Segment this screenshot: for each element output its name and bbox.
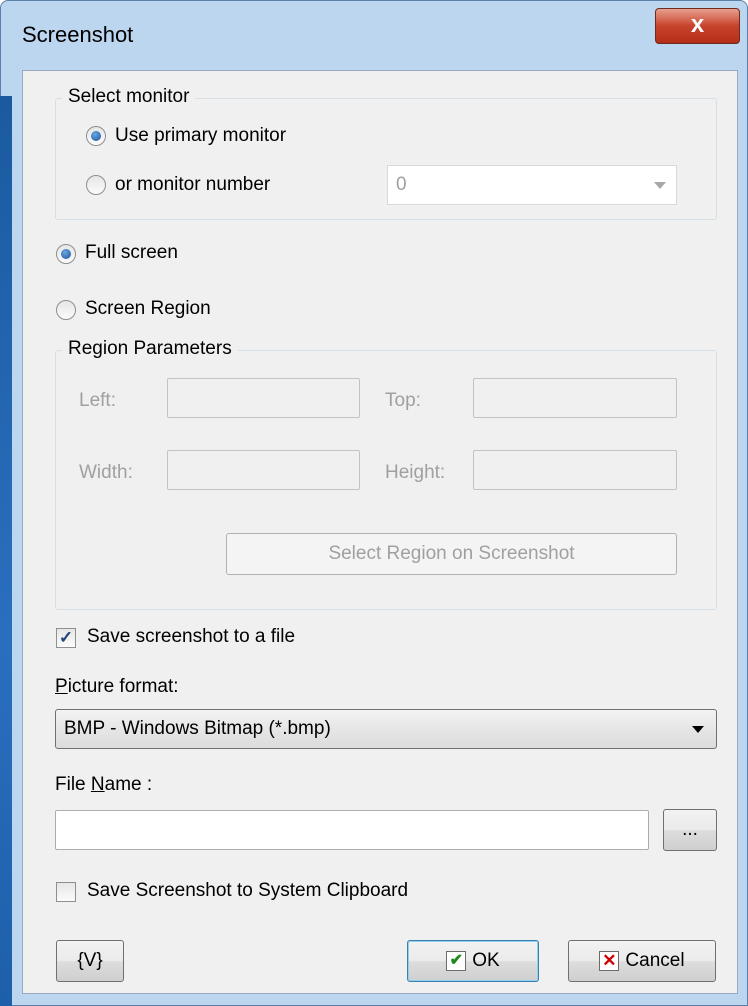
left-label: Left: — [79, 390, 116, 411]
width-input[interactable] — [167, 450, 360, 490]
save-to-file-checkbox[interactable]: ✓ — [56, 628, 76, 648]
full-screen-radio[interactable] — [56, 244, 76, 264]
chevron-down-icon — [692, 726, 704, 733]
cancel-icon: ✕ — [599, 950, 620, 971]
region-parameters-legend: Region Parameters — [62, 338, 238, 360]
picture-format-label: Picture format: — [55, 676, 179, 697]
background-window-edge — [0, 96, 12, 1006]
left-input[interactable] — [167, 378, 360, 418]
dialog-body: Select monitor Use primary monitor or mo… — [22, 70, 738, 994]
top-input[interactable] — [473, 378, 677, 418]
browse-button[interactable]: ... — [663, 809, 717, 851]
ok-button[interactable]: ✔ OK — [407, 940, 539, 982]
select-region-button[interactable]: Select Region on Screenshot — [226, 533, 677, 575]
select-monitor-legend: Select monitor — [62, 86, 196, 108]
close-button[interactable]: x — [655, 8, 740, 44]
save-to-clipboard-label[interactable]: Save Screenshot to System Clipboard — [87, 880, 408, 902]
height-input[interactable] — [473, 450, 677, 490]
monitor-number-combo[interactable]: 0 — [387, 165, 677, 205]
full-screen-label[interactable]: Full screen — [85, 242, 178, 264]
chevron-down-icon — [654, 182, 666, 189]
cancel-label: Cancel — [625, 950, 685, 971]
screen-region-radio[interactable] — [56, 300, 76, 320]
close-icon: x — [690, 11, 705, 38]
monitor-number-value: 0 — [396, 174, 407, 195]
height-label: Height: — [385, 462, 446, 483]
monitor-number-radio[interactable] — [86, 175, 106, 195]
check-icon: ✔ — [446, 950, 467, 971]
picture-format-select[interactable]: BMP - Windows Bitmap (*.bmp) — [55, 709, 717, 749]
use-primary-monitor-radio[interactable] — [86, 126, 106, 146]
variables-button[interactable]: {V} — [56, 940, 124, 982]
file-name-label: File Name : — [55, 774, 153, 795]
checkmark-icon: ✓ — [58, 628, 74, 647]
use-primary-monitor-label[interactable]: Use primary monitor — [115, 125, 286, 147]
cancel-button[interactable]: ✕ Cancel — [568, 940, 716, 982]
top-label: Top: — [385, 390, 421, 411]
width-label: Width: — [79, 462, 133, 483]
title-bar: Screenshot x — [0, 0, 748, 80]
monitor-number-label[interactable]: or monitor number — [115, 174, 270, 196]
save-to-file-label[interactable]: Save screenshot to a file — [87, 626, 295, 648]
picture-format-value: BMP - Windows Bitmap (*.bmp) — [64, 718, 331, 739]
screen-region-label[interactable]: Screen Region — [85, 298, 211, 320]
window-title: Screenshot — [22, 22, 134, 47]
file-name-input[interactable] — [55, 810, 649, 850]
ok-label: OK — [472, 950, 500, 971]
save-to-clipboard-checkbox[interactable] — [56, 882, 76, 902]
